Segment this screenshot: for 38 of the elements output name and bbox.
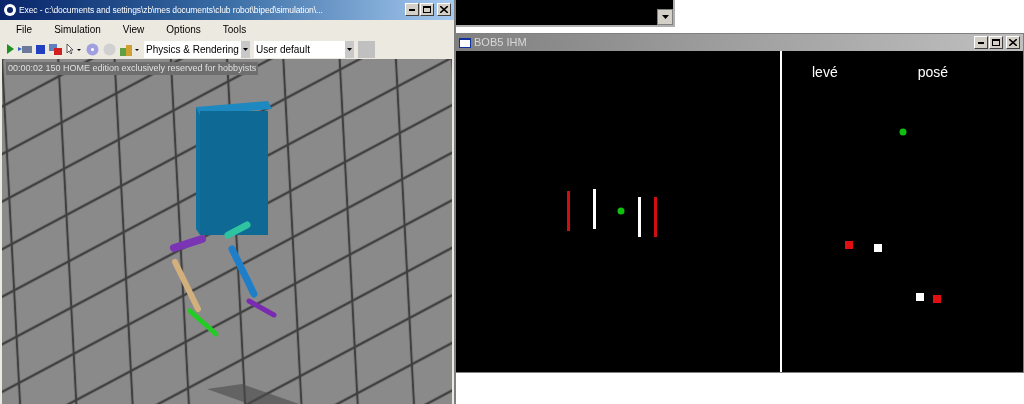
menu-item[interactable]: Tools <box>222 22 247 38</box>
menu-item[interactable]: Simulation <box>54 22 101 38</box>
window-icon <box>459 37 471 48</box>
app-icon <box>3 2 17 17</box>
down-arrow-icon <box>661 15 669 19</box>
step-icon[interactable] <box>18 44 32 55</box>
menu-item[interactable]: File <box>16 22 33 38</box>
maximize-icon <box>992 39 1000 46</box>
foot-state-label: posé <box>917 63 949 82</box>
position-markers-drawing <box>845 241 882 252</box>
close-icon <box>1009 39 1017 46</box>
windows-icon[interactable] <box>49 43 62 55</box>
play-icon[interactable] <box>6 44 14 55</box>
toolbar-color-swatch[interactable] <box>358 40 375 58</box>
minimize-icon <box>978 41 984 44</box>
scroll-down-button[interactable] <box>657 9 673 25</box>
maximize-button[interactable] <box>420 3 434 17</box>
window-title: BOB5 IHM <box>474 35 528 51</box>
position-markers-drawing <box>916 293 942 303</box>
minimize-icon <box>409 8 415 11</box>
maximize-button[interactable] <box>989 36 1003 49</box>
menu-item[interactable]: Options <box>166 22 201 38</box>
pointer-icon[interactable] <box>66 43 82 55</box>
dropdown-arrow-icon <box>347 47 352 51</box>
center-dot-icon <box>899 128 907 136</box>
minimize-button[interactable] <box>974 36 988 49</box>
dropdown-field[interactable]: User default <box>254 40 354 58</box>
close-button[interactable] <box>1006 36 1020 49</box>
maximize-icon <box>423 6 431 14</box>
close-icon <box>440 6 448 14</box>
foot-state-label: levé <box>812 63 838 82</box>
stop-icon[interactable] <box>36 44 45 54</box>
window-title: Exec - c:\documents and settings\zb\mes documents\club robot\biped\simulation\... <box>19 3 324 17</box>
dropdown-arrow-icon <box>243 47 248 51</box>
menu-item[interactable]: View <box>122 22 145 38</box>
minimize-button[interactable] <box>405 3 419 17</box>
dropdown-field[interactable]: Physics & Rendering <box>144 40 250 58</box>
close-button[interactable] <box>437 3 451 17</box>
